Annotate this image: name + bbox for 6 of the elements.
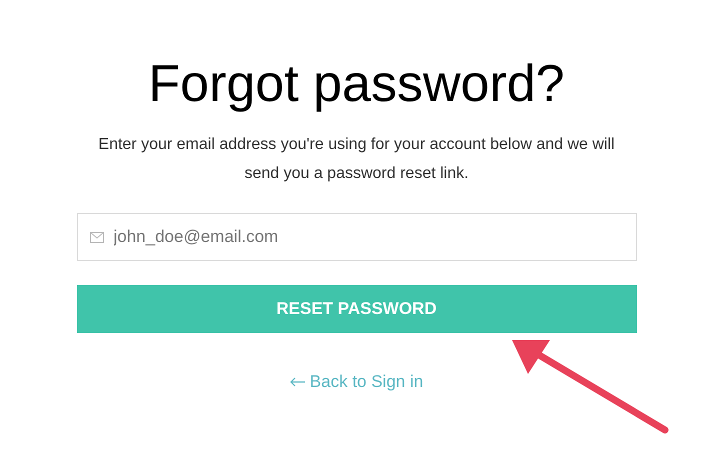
back-to-sign-in-link[interactable]: Back to Sign in — [290, 369, 424, 394]
page-title: Forgot password? — [148, 54, 565, 115]
envelope-icon — [90, 232, 104, 243]
reset-password-button[interactable]: RESET PASSWORD — [76, 285, 636, 333]
arrow-left-icon — [290, 376, 306, 387]
description-text: Enter your email address you're using for your account below and we will send you a password reset link. — [97, 135, 616, 184]
